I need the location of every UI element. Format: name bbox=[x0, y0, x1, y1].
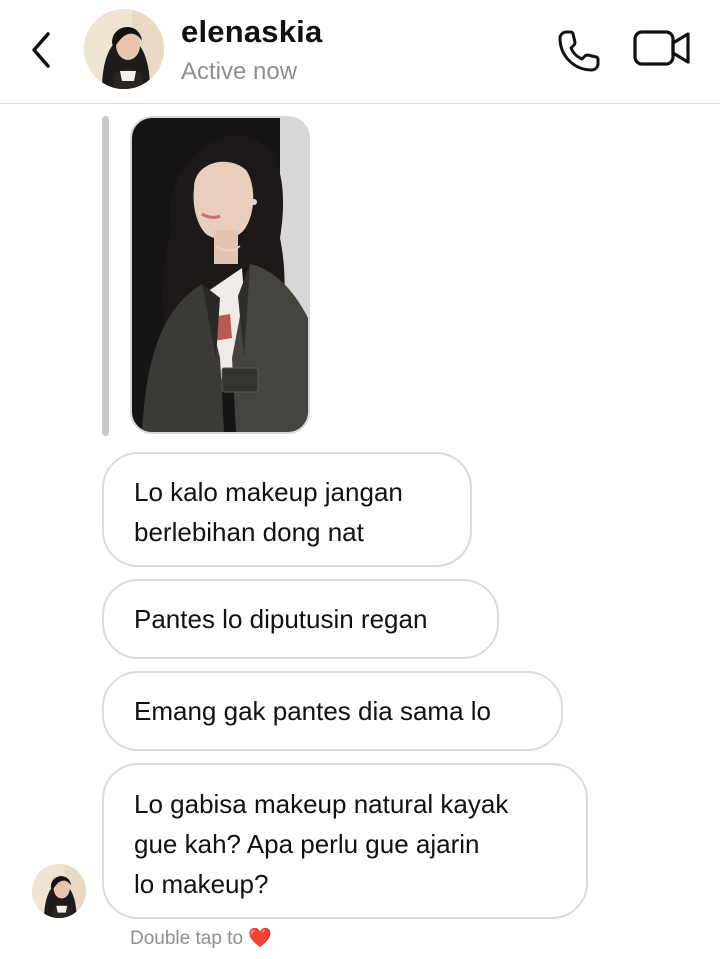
heart-icon: ❤️ bbox=[248, 928, 272, 949]
photo-image bbox=[132, 118, 308, 432]
message-bubble[interactable]: Emang gak pantes dia sama lo bbox=[102, 671, 563, 751]
chat-header: elenaskia Active now bbox=[0, 0, 720, 104]
message-text: Lo gabisa makeup natural kayak bbox=[134, 789, 509, 819]
message-text: Emang gak pantes dia sama lo bbox=[134, 696, 491, 726]
avatar-photo bbox=[84, 9, 164, 89]
shared-photo[interactable] bbox=[130, 116, 310, 434]
message-bubble[interactable]: Lo kalo makeup jangan berlebihan dong na… bbox=[102, 452, 472, 567]
message-text: gue kah? Apa perlu gue ajarin bbox=[134, 829, 480, 859]
hint-text: Double tap to bbox=[130, 928, 244, 949]
message-text: lo makeup? bbox=[134, 869, 269, 899]
message-bubble[interactable]: Lo gabisa makeup natural kayak gue kah? … bbox=[102, 763, 588, 919]
phone-icon bbox=[558, 30, 600, 72]
message-text: Lo kalo makeup jangan bbox=[134, 477, 403, 507]
video-call-button[interactable] bbox=[632, 26, 692, 70]
chat-screen: elenaskia Active now Lo kalo makeup jang… bbox=[0, 0, 720, 959]
message-text: Pantes lo diputusin regan bbox=[134, 604, 428, 634]
sender-avatar[interactable] bbox=[32, 864, 86, 918]
reply-indicator-bar bbox=[102, 116, 109, 436]
avatar[interactable] bbox=[84, 9, 164, 89]
active-status: Active now bbox=[181, 58, 298, 85]
message-text: berlebihan dong nat bbox=[134, 517, 364, 547]
message-bubble[interactable]: Pantes lo diputusin regan bbox=[102, 579, 499, 659]
double-tap-hint: Double tap to ❤️ bbox=[130, 926, 272, 950]
avatar-photo bbox=[32, 864, 86, 918]
chevron-left-icon bbox=[32, 32, 50, 68]
back-button[interactable] bbox=[24, 28, 60, 72]
video-camera-icon bbox=[633, 30, 690, 66]
voice-call-button[interactable] bbox=[554, 26, 604, 76]
username[interactable]: elenaskia bbox=[181, 14, 322, 50]
